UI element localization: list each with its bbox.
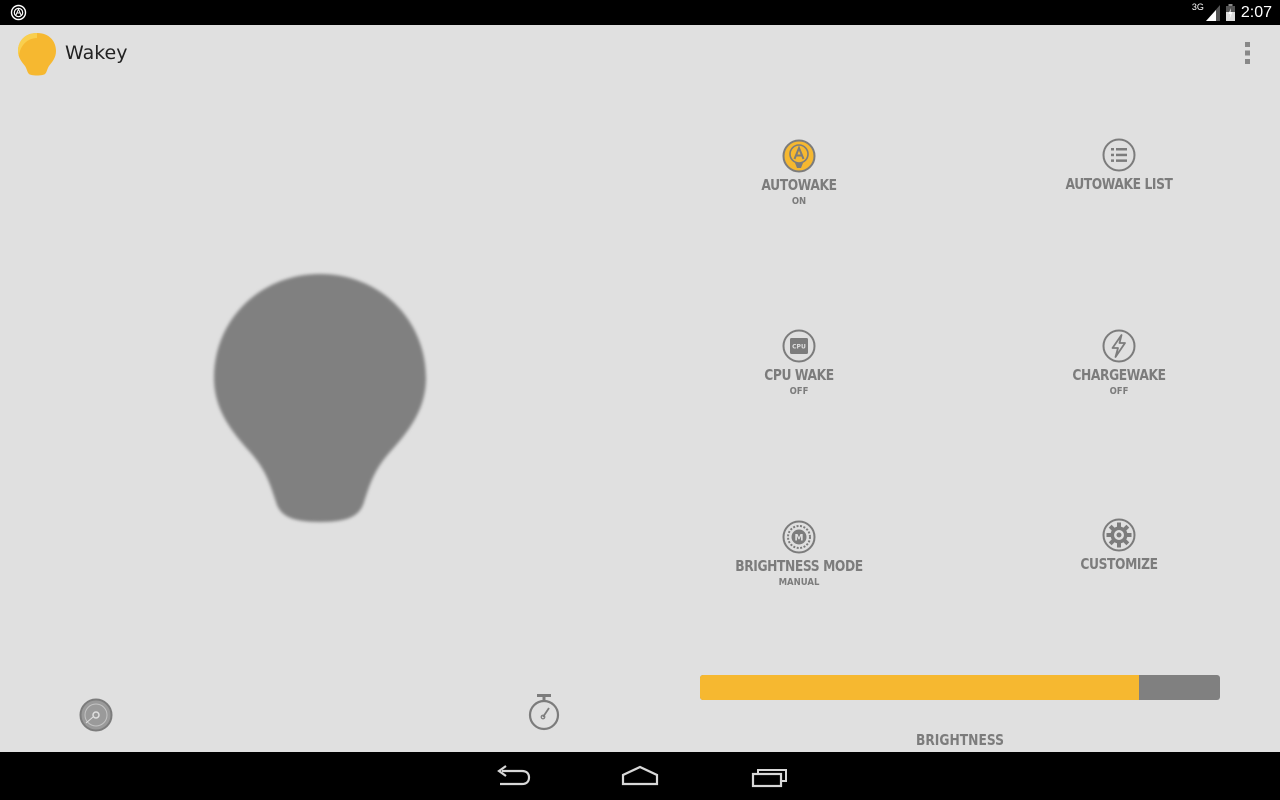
app-title: Wakey <box>65 42 128 64</box>
autowake-list-label: AUTOWAKE LIST <box>1065 175 1173 193</box>
brightness-mode-state: MANUAL <box>778 577 820 588</box>
network-type: 3G <box>1191 1 1204 12</box>
cpu-wake-label: CPU WAKE <box>764 366 834 384</box>
brightness-mode-badge: M <box>795 534 804 544</box>
disc-icon[interactable] <box>78 696 114 736</box>
home-icon[interactable] <box>620 762 660 790</box>
lightbulb-icon[interactable] <box>16 31 58 77</box>
autowake-toggle[interactable]: AUTOWAKE ON <box>689 139 909 208</box>
brightness-mode-toggle[interactable]: M BRIGHTNESS MODE MANUAL <box>689 520 909 589</box>
cpu-icon: CPU <box>782 329 816 363</box>
brightness-slider[interactable] <box>700 675 1220 700</box>
status-bar: 3G 2:07 <box>0 0 1280 25</box>
overflow-menu-icon[interactable] <box>1238 39 1258 67</box>
brightness-mode-icon: M <box>782 520 816 554</box>
lightning-bolt-icon <box>1102 329 1136 363</box>
autowake-label: AUTOWAKE <box>761 176 837 194</box>
cpu-wake-state: OFF <box>789 386 809 397</box>
brightness-label: BRIGHTNESS <box>915 731 1005 749</box>
android-notification-icon <box>10 4 27 21</box>
back-icon[interactable] <box>492 762 532 790</box>
stopwatch-icon[interactable] <box>526 692 562 732</box>
autowake-list-button[interactable]: AUTOWAKE LIST <box>1009 138 1229 193</box>
signal-icon <box>1205 4 1220 21</box>
brightness-slider-fill <box>700 675 1140 700</box>
brightness-mode-label: BRIGHTNESS MODE <box>735 557 863 575</box>
customize-button[interactable]: CUSTOMIZE <box>1009 518 1229 573</box>
battery-icon <box>1225 4 1235 21</box>
recents-icon[interactable] <box>749 762 789 790</box>
customize-label: CUSTOMIZE <box>1080 555 1158 573</box>
autowake-icon <box>782 139 816 173</box>
navigation-bar <box>0 752 1280 800</box>
chargewake-label: CHARGEWAKE <box>1072 366 1166 384</box>
chargewake-toggle[interactable]: CHARGEWAKE OFF <box>1009 329 1229 398</box>
gear-icon <box>1102 518 1136 552</box>
list-icon <box>1102 138 1136 172</box>
action-bar: Wakey <box>0 25 1280 81</box>
cpu-wake-toggle[interactable]: CPU CPU WAKE OFF <box>689 329 909 398</box>
wake-toggle-bulb[interactable] <box>210 270 430 528</box>
autowake-state: ON <box>791 196 807 207</box>
cpu-chip-text: CPU <box>792 344 806 351</box>
chargewake-state: OFF <box>1109 386 1129 397</box>
clock: 2:07 <box>1240 3 1272 21</box>
